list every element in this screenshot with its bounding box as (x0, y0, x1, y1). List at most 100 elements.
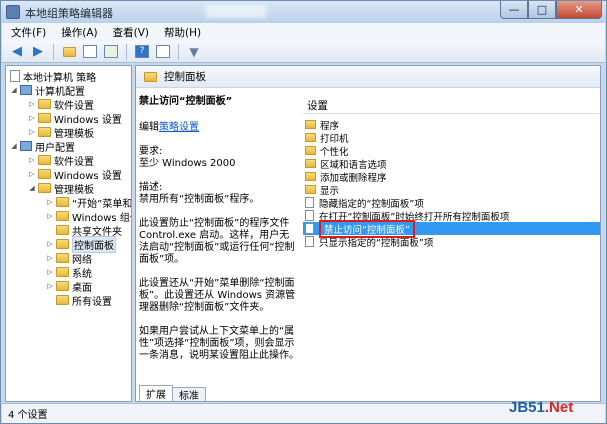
list-item-policy-prohibit-access[interactable]: 禁止访问“控制面板” (303, 219, 600, 238)
list-item-folder-regional[interactable]: 区域和语言选项 (303, 157, 600, 171)
description-value: 禁用所有“控制面板”程序。 (139, 194, 260, 205)
properties-icon[interactable] (154, 44, 172, 60)
description: 描述: 禁用所有“控制面板”程序。 (139, 182, 299, 206)
expanded-arrow-icon[interactable]: ◢ (28, 184, 36, 192)
list-item-folder-display[interactable]: 显示 (303, 183, 600, 197)
folder-icon (56, 225, 69, 235)
collapsed-arrow-icon[interactable]: ▷ (46, 212, 54, 220)
description-label: 描述: (139, 182, 163, 193)
list-item-folder-programs[interactable]: 程序 (303, 118, 600, 132)
policy-setting-icon (305, 210, 314, 221)
show-hide-tree-icon[interactable] (81, 44, 99, 60)
maximize-button[interactable]: □ (528, 1, 556, 19)
menu-view[interactable]: 查看(V) (107, 25, 155, 40)
tree-item-uc-admin[interactable]: ◢ 管理模板 (28, 181, 94, 196)
collapsed-arrow-icon[interactable]: ▷ (46, 254, 54, 262)
collapsed-arrow-icon[interactable]: ▷ (28, 114, 36, 122)
column-header-setting[interactable]: 设置 (303, 98, 600, 114)
policy-setting-icon (305, 236, 314, 247)
tree-item-cc-windows[interactable]: ▷ Windows 设置 (28, 111, 122, 126)
edit-prefix: 编辑 (139, 122, 159, 133)
view-tabs: 扩展 标准 (136, 384, 206, 402)
tree-item-uc-software[interactable]: ▷ 软件设置 (28, 153, 94, 168)
filter-icon[interactable]: ▼ (185, 44, 203, 60)
policy-title: 禁止访问“控制面板” (139, 96, 233, 107)
settings-list: 设置 程序 打印机 个性化 区域和语言选项 添加或删除程序 显示 隐藏指定的“控… (303, 88, 600, 380)
folder-icon (38, 113, 51, 123)
tree-item-cc-admin[interactable]: ▷ 管理模板 (28, 125, 94, 140)
minimize-button[interactable]: — (500, 1, 528, 19)
folder-icon (38, 99, 51, 109)
navigation-tree: 本地计算机 策略 ◢ 计算机配置 ▷ 软件设置 ▷ Windows 设置 ▷ 管… (5, 65, 132, 402)
tree-item-system[interactable]: ▷ 系统 (46, 265, 92, 280)
minimize-icon: — (508, 3, 520, 16)
tab-standard[interactable]: 标准 (172, 387, 206, 402)
folder-open-icon (56, 239, 69, 249)
forward-arrow-icon[interactable]: ▶ (29, 44, 47, 60)
watermark-part-1: JB51 (509, 399, 545, 416)
tree-item-all-settings[interactable]: 所有设置 (46, 293, 112, 308)
tree-item-root[interactable]: 本地计算机 策略 (8, 69, 96, 84)
toolbar-separator (53, 43, 54, 60)
collapsed-arrow-icon[interactable]: ▷ (28, 128, 36, 136)
folder-icon (56, 281, 69, 291)
user-icon (20, 141, 32, 151)
edit-policy-link[interactable]: 策略设置 (159, 122, 199, 133)
status-text: 4 个设置 (8, 410, 48, 421)
back-arrow-icon[interactable]: ◀ (8, 44, 26, 60)
policy-setting-icon (305, 223, 314, 234)
policy-app-icon (6, 5, 20, 19)
collapsed-arrow-icon[interactable]: ▷ (46, 240, 54, 248)
tree-item-uc-windows[interactable]: ▷ Windows 设置 (28, 167, 122, 182)
list-item-policy-show-only-specified[interactable]: 只显示指定的“控制面板”项 (303, 235, 600, 249)
watermark-part-2: .Net (544, 399, 574, 416)
description-paragraph-1: 此设置防止“控制面板”的程序文件 Control.exe 启动。这样，用户无法启… (139, 218, 295, 265)
list-item-folder-printers[interactable]: 打印机 (303, 131, 600, 145)
list-item-folder-personalization[interactable]: 个性化 (303, 144, 600, 158)
menu-help[interactable]: 帮助(H) (158, 25, 207, 40)
policy-setting-icon (305, 197, 314, 208)
up-folder-icon[interactable] (60, 44, 78, 60)
expanded-arrow-icon[interactable]: ◢ (10, 86, 18, 94)
toolbar-separator (178, 43, 179, 60)
tab-extended[interactable]: 扩展 (139, 385, 173, 401)
list-item-policy-hide-items[interactable]: 隐藏指定的“控制面板”项 (303, 196, 600, 210)
tree-item-user-config[interactable]: ◢ 用户配置 (10, 139, 75, 154)
tree-item-desktop[interactable]: ▷ 桌面 (46, 279, 92, 294)
menu-action[interactable]: 操作(A) (55, 25, 103, 40)
folder-icon (305, 120, 316, 129)
expanded-arrow-icon[interactable]: ◢ (10, 142, 18, 150)
tree-item-cc-software[interactable]: ▷ 软件设置 (28, 97, 94, 112)
details-pane: 控制面板 禁止访问“控制面板” 编辑策略设置 要求: 至少 Windows 200… (135, 65, 601, 402)
tree-item-control-panel[interactable]: ▷ 控制面板 (46, 235, 116, 253)
menu-file[interactable]: 文件(F) (5, 25, 52, 40)
folder-icon (38, 155, 51, 165)
collapsed-arrow-icon[interactable]: ▷ (28, 156, 36, 164)
collapsed-arrow-icon[interactable]: ▷ (46, 198, 54, 206)
collapsed-arrow-icon[interactable]: ▷ (46, 268, 54, 276)
collapsed-arrow-icon[interactable]: ▷ (46, 282, 54, 290)
details-header-title: 控制面板 (164, 71, 206, 83)
blurred-background-title (206, 5, 266, 18)
description-paragraph-3: 如果用户尝试从上下文菜单上的“属性”项选择“控制面板”项，则会显示一条消息，说明… (139, 326, 299, 361)
computer-icon (20, 85, 32, 95)
toolbar: ◀ ▶ ? ▼ (2, 41, 605, 63)
tree-item-windows-components[interactable]: ▷ Windows 组件 (46, 209, 131, 224)
list-item-folder-add-remove[interactable]: 添加或删除程序 (303, 170, 600, 184)
title-bar[interactable]: 本地组策略编辑器 — □ ✕ (1, 1, 606, 23)
tree-item-computer-config[interactable]: ◢ 计算机配置 (10, 83, 85, 98)
collapsed-arrow-icon[interactable]: ▷ (28, 170, 36, 178)
export-list-icon[interactable] (102, 44, 120, 60)
folder-icon (38, 183, 51, 193)
folder-icon (305, 146, 316, 155)
collapsed-arrow-icon[interactable]: ▷ (28, 100, 36, 108)
help-icon[interactable]: ? (133, 44, 151, 60)
folder-icon (38, 169, 51, 179)
folder-icon (56, 253, 69, 263)
tree-item-network[interactable]: ▷ 网络 (46, 251, 92, 266)
tree-item-start-menu[interactable]: ▷ “开始”菜单和 (46, 195, 131, 210)
details-header: 控制面板 (136, 66, 600, 88)
folder-icon (144, 71, 157, 82)
close-button[interactable]: ✕ (556, 1, 602, 19)
requirements-value: 至少 Windows 2000 (139, 158, 236, 169)
